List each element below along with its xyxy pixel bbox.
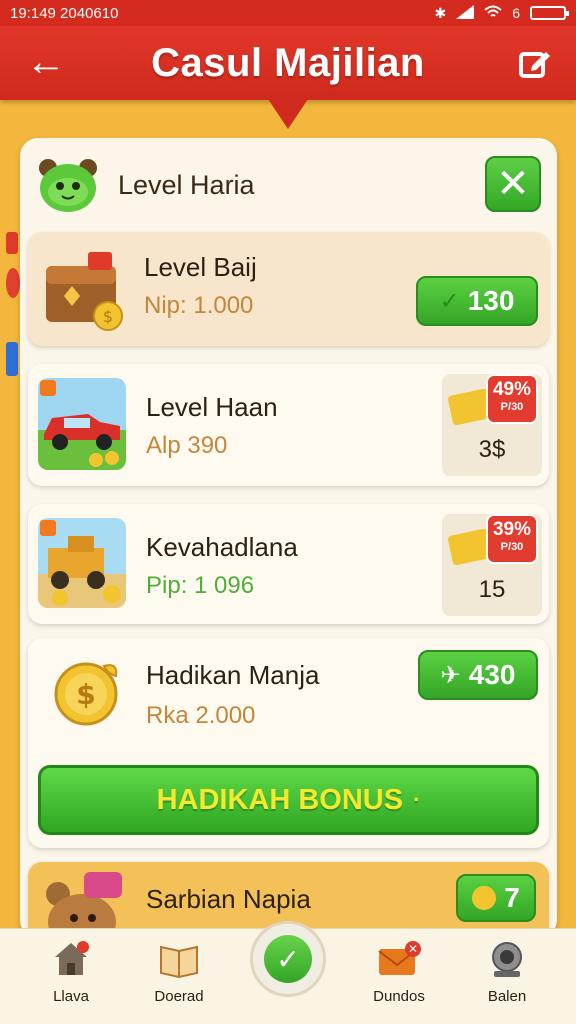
nav-item-home[interactable]: Llava xyxy=(26,939,116,1005)
item-sub: Nip: 1.000 xyxy=(144,292,254,319)
discount-badge: 49% P/30 xyxy=(486,374,538,424)
panel-title: Level Haria xyxy=(118,170,255,200)
offer-count: 3$ xyxy=(478,436,506,463)
mail-icon: ✕ xyxy=(378,941,421,975)
item-title: Level Haan xyxy=(146,392,278,422)
level-panel: Level Haria ✕ $ Level Baij Nip: 1.000 ✓ … xyxy=(20,138,557,938)
nav-item-check[interactable]: ✓ xyxy=(250,921,326,997)
wifi-icon xyxy=(484,5,502,22)
svg-text:✕: ✕ xyxy=(408,942,418,956)
claim-button[interactable]: ✓ 130 xyxy=(416,276,538,326)
bonus-label: HADIKAH BONUS xyxy=(156,783,404,816)
nav-item-camera[interactable]: Balen xyxy=(462,939,552,1005)
chest-icon: $ xyxy=(42,246,128,332)
check-icon: ✓ xyxy=(264,935,312,983)
offer-count: 15 xyxy=(478,576,506,603)
plane-icon: ✈ xyxy=(440,661,461,689)
coin-icon: $ xyxy=(52,656,124,733)
item-title: Hadikan Manja xyxy=(146,660,320,690)
book-icon xyxy=(160,945,198,979)
app-header: ← Casul Majilian xyxy=(0,26,576,100)
check-icon: ✓ xyxy=(439,287,460,315)
coin-icon xyxy=(472,886,497,910)
item-sub: Pip: 1 096 xyxy=(146,572,255,599)
close-button[interactable]: ✕ xyxy=(485,156,541,212)
item-title: Sarbian Napia xyxy=(146,884,311,914)
edit-icon[interactable] xyxy=(514,44,554,84)
claim-value: 7 xyxy=(504,882,520,913)
mascot-icon xyxy=(36,156,100,219)
nav-item-book[interactable]: Doerad xyxy=(134,939,224,1005)
signal-text: 6 xyxy=(512,5,520,21)
bonus-suffix: · xyxy=(413,787,421,812)
header-notch xyxy=(268,99,308,129)
discount-badge: 39% P/30 xyxy=(486,514,538,564)
list-item[interactable]: Level Haan Alp 390 49% P/30 3$ xyxy=(28,364,549,486)
offer-box[interactable]: 49% P/30 3$ xyxy=(442,374,542,476)
bottom-nav: Llava Doerad ✓ ✕ Dundos Balen xyxy=(0,921,576,1024)
side-tab-circle[interactable] xyxy=(6,268,20,298)
claim-button[interactable]: 7 xyxy=(456,874,536,922)
claim-value: 430 xyxy=(468,659,516,690)
status-bar: 19:149 2040610 ✱ 6 xyxy=(0,0,576,26)
status-time: 19:149 2040610 xyxy=(10,4,119,22)
bluetooth-icon: ✱ xyxy=(434,4,447,21)
item-sub: Rka 2.000 xyxy=(146,702,256,729)
car-thumbnail xyxy=(38,378,126,470)
side-tab-blue[interactable] xyxy=(6,342,18,376)
list-item[interactable]: Kevahadlana Pip: 1 096 39% P/30 15 xyxy=(28,504,549,624)
side-tab-red[interactable] xyxy=(6,232,18,254)
back-arrow-icon[interactable]: ← xyxy=(22,40,70,84)
svg-text:$: $ xyxy=(76,678,95,711)
offer-box[interactable]: 39% P/30 15 xyxy=(442,514,542,616)
claim-button[interactable]: ✈ 430 xyxy=(418,650,538,700)
status-icons: ✱ 6 xyxy=(434,4,569,22)
item-sub: Alp 390 xyxy=(146,432,228,459)
item-title: Level Baij xyxy=(144,252,257,282)
nav-item-mail[interactable]: ✕ Dundos xyxy=(354,939,444,1005)
battery-icon xyxy=(530,6,569,20)
truck-thumbnail xyxy=(38,518,126,608)
signal-icon xyxy=(456,4,475,22)
item-title: Kevahadlana xyxy=(146,532,298,562)
svg-text:$: $ xyxy=(103,307,113,326)
home-icon xyxy=(55,941,89,975)
camera-icon xyxy=(492,942,522,977)
bonus-button[interactable]: HADIKAH BONUS · xyxy=(38,765,539,835)
panel-header: Level Haria ✕ xyxy=(20,138,557,230)
list-item[interactable]: $ Level Baij Nip: 1.000 ✓ 130 xyxy=(28,232,549,346)
close-icon: ✕ xyxy=(496,162,530,206)
app-title: Casul Majilian xyxy=(151,40,425,85)
claim-value: 130 xyxy=(467,285,515,316)
